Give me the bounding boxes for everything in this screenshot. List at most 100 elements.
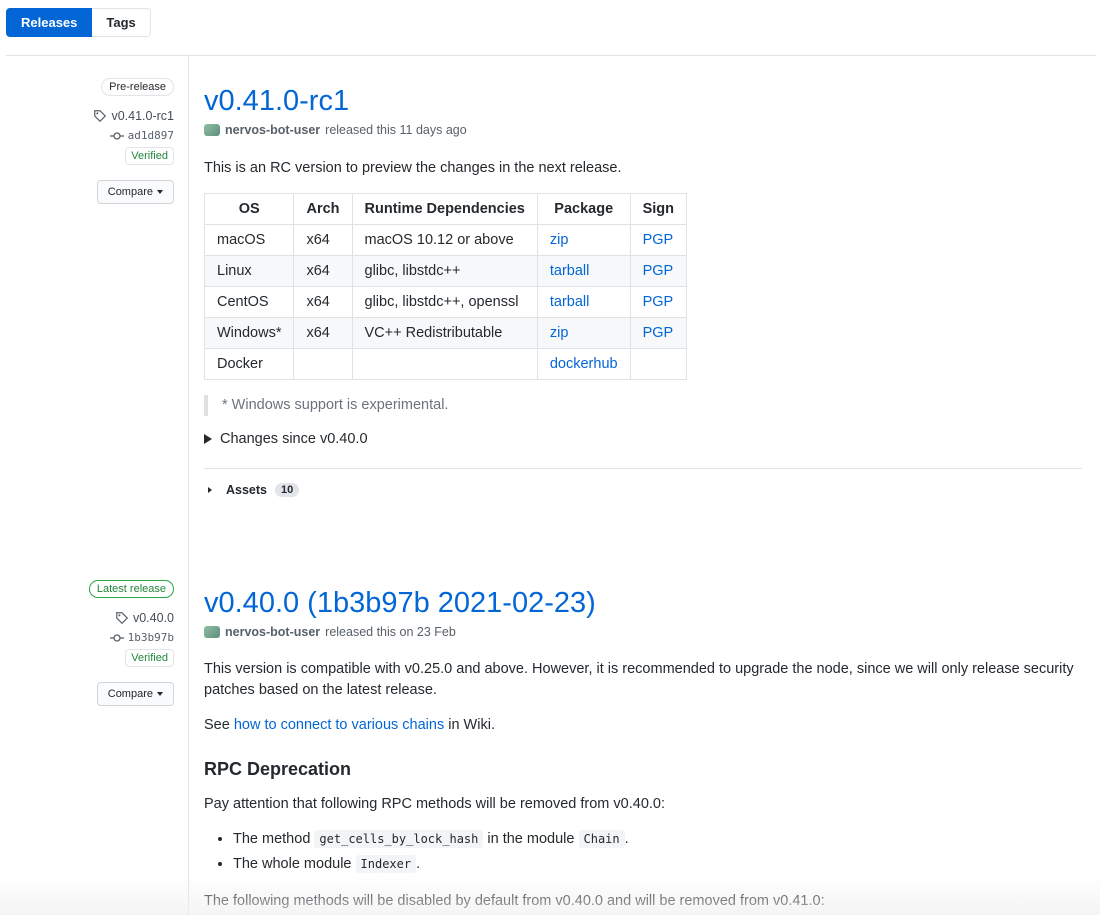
verified-badge[interactable]: Verified	[125, 147, 174, 165]
release-title[interactable]: v0.41.0-rc1	[204, 83, 1082, 119]
changes-summary: Changes since v0.40.0	[220, 431, 368, 447]
bullet-text: The method	[233, 831, 315, 847]
avatar-icon[interactable]	[204, 626, 220, 638]
sign-cell: PGP	[629, 317, 688, 349]
table-row: CentOS x64 glibc, libstdc++, openssl tar…	[203, 286, 688, 318]
following-paragraph: The following methods will be disabled b…	[204, 893, 825, 909]
tag-icon	[116, 612, 129, 625]
tag-link[interactable]: v0.40.0	[0, 611, 174, 625]
released-text: released this 11 days ago	[325, 123, 467, 137]
table-header: Sign	[629, 193, 688, 225]
package-link[interactable]: zip	[550, 325, 569, 341]
os-cell: CentOS	[203, 286, 295, 318]
commit-sha: 1b3b97b	[127, 631, 174, 644]
release-meta: Pre-release v0.41.0-rc1 ad1d897 Verified…	[0, 78, 174, 204]
see-prefix: See	[204, 717, 234, 733]
compare-button[interactable]: Compare	[96, 682, 174, 706]
release-body: v0.40.0 (1b3b97b 2021-02-23) nervos-bot-…	[204, 585, 1082, 912]
tab-releases[interactable]: Releases	[6, 8, 93, 37]
commit-icon	[109, 633, 124, 642]
os-cell: Linux	[203, 255, 295, 287]
arch-cell: x64	[293, 286, 353, 318]
pgp-link[interactable]: PGP	[643, 325, 674, 341]
caret-down-icon	[157, 692, 163, 697]
verified-badge[interactable]: Verified	[125, 649, 174, 667]
arch-cell	[293, 348, 353, 380]
windows-note: * Windows support is experimental.	[204, 395, 1082, 416]
latest-release-badge: Latest release	[88, 580, 174, 598]
release-byline: nervos-bot-user released this 11 days ag…	[204, 123, 1082, 137]
deps-cell: VC++ Redistributable	[351, 317, 538, 349]
code-snippet: Chain	[578, 830, 625, 848]
tag-name: v0.41.0-rc1	[111, 109, 174, 123]
avatar-icon[interactable]	[204, 124, 220, 136]
os-cell: Windows*	[203, 317, 295, 349]
divider	[6, 55, 1096, 56]
package-link[interactable]: tarball	[550, 263, 590, 279]
deps-cell: macOS 10.12 or above	[351, 224, 538, 256]
author-link[interactable]: nervos-bot-user	[225, 123, 320, 137]
deprecation-list: The method get_cells_by_lock_hash in the…	[204, 827, 1082, 877]
package-cell: zip	[536, 317, 631, 349]
sign-cell: PGP	[629, 255, 688, 287]
pgp-link[interactable]: PGP	[643, 232, 674, 248]
triangle-right-icon	[204, 434, 212, 444]
os-cell: Docker	[203, 348, 295, 380]
sign-cell	[629, 348, 688, 380]
table-row: Windows* x64 VC++ Redistributable zip PG…	[203, 317, 688, 349]
table-header: OS	[203, 193, 295, 225]
sign-cell: PGP	[629, 286, 688, 318]
pgp-link[interactable]: PGP	[643, 263, 674, 279]
os-cell: macOS	[203, 224, 295, 256]
release-title[interactable]: v0.40.0 (1b3b97b 2021-02-23)	[204, 585, 1082, 621]
list-item: The method get_cells_by_lock_hash in the…	[233, 827, 1082, 852]
wiki-link[interactable]: how to connect to various chains	[234, 717, 444, 733]
release-meta: Latest release v0.40.0 1b3b97b Verified …	[0, 580, 174, 706]
package-cell: zip	[536, 224, 631, 256]
sign-cell: PGP	[629, 224, 688, 256]
commit-link[interactable]: ad1d897	[0, 129, 174, 142]
pgp-link[interactable]: PGP	[643, 294, 674, 310]
package-cell: dockerhub	[536, 348, 631, 380]
divider	[204, 468, 1082, 469]
deps-cell: glibc, libstdc++	[351, 255, 538, 287]
bullet-text: .	[416, 856, 421, 872]
triangle-right-icon	[208, 487, 212, 493]
assets-count: 10	[275, 483, 300, 497]
timeline-divider	[188, 56, 189, 916]
release-description: This is an RC version to preview the cha…	[204, 160, 622, 176]
changes-details-toggle[interactable]: Changes since v0.40.0	[204, 431, 1082, 447]
release-byline: nervos-bot-user released this on 23 Feb	[204, 625, 1082, 639]
commit-link[interactable]: 1b3b97b	[0, 631, 174, 644]
assets-toggle[interactable]: Assets 10	[204, 483, 1082, 497]
code-snippet: get_cells_by_lock_hash	[314, 830, 484, 848]
assets-label: Assets	[226, 483, 267, 497]
compare-button[interactable]: Compare	[96, 180, 174, 204]
table-header: Package	[536, 193, 631, 225]
bullet-text: .	[624, 831, 629, 847]
tag-link[interactable]: v0.41.0-rc1	[0, 109, 174, 123]
deps-cell: glibc, libstdc++, openssl	[351, 286, 538, 318]
pre-release-badge: Pre-release	[101, 78, 174, 96]
package-link[interactable]: tarball	[550, 294, 590, 310]
package-cell: tarball	[536, 255, 631, 287]
table-header: Runtime Dependencies	[351, 193, 538, 225]
release-tabs: Releases Tags	[6, 8, 151, 37]
table-row: macOS x64 macOS 10.12 or above zip PGP	[203, 224, 688, 256]
caret-down-icon	[157, 190, 163, 195]
commit-sha: ad1d897	[127, 129, 174, 142]
list-item: The whole module Indexer.	[233, 852, 1082, 877]
table-row: Linux x64 glibc, libstdc++ tarball PGP	[203, 255, 688, 287]
deprecation-intro: Pay attention that following RPC methods…	[204, 796, 666, 812]
compare-label: Compare	[107, 688, 153, 700]
arch-cell: x64	[293, 317, 353, 349]
tag-name: v0.40.0	[132, 611, 174, 625]
author-link[interactable]: nervos-bot-user	[225, 625, 320, 639]
dockerhub-link[interactable]: dockerhub	[550, 356, 618, 372]
package-link[interactable]: zip	[550, 232, 569, 248]
bullet-text: The whole module	[233, 856, 356, 872]
wiki-paragraph: See how to connect to various chains in …	[204, 715, 1082, 736]
tab-tags[interactable]: Tags	[92, 8, 151, 37]
bullet-text: in the module	[483, 831, 579, 847]
commit-icon	[109, 131, 124, 140]
